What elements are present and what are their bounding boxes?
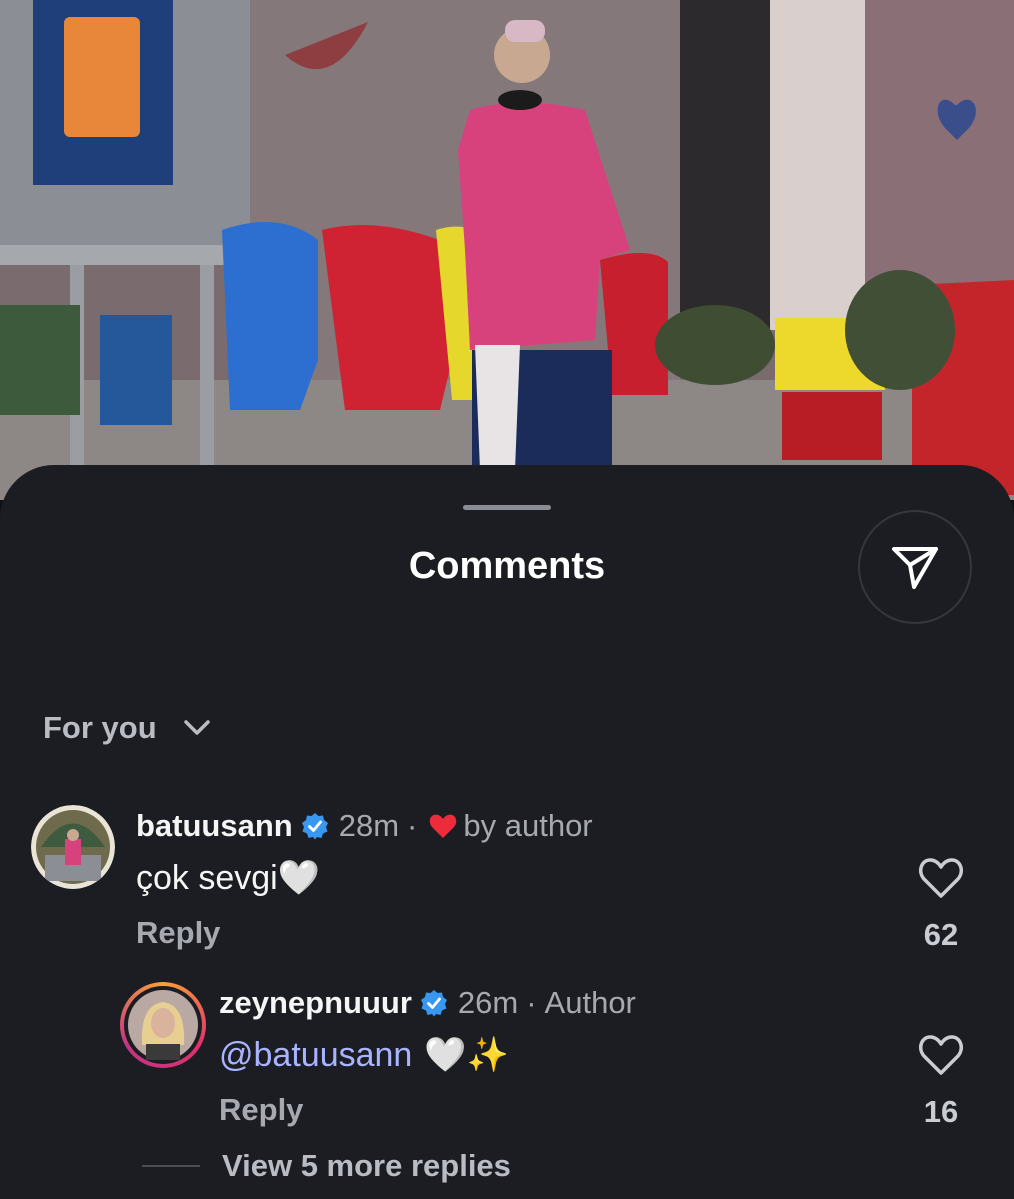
filter-label: For you [43, 710, 157, 745]
avatar-image [31, 805, 115, 889]
avatar[interactable] [31, 805, 115, 889]
comment-text: çok sevgi🤍 [136, 859, 321, 897]
author-label: Author [544, 985, 636, 1020]
red-heart-icon [429, 813, 457, 839]
view-more-replies-label: View 5 more replies [222, 1148, 511, 1183]
comments-sheet: Comments For you batuusann 28m · by auth… [0, 465, 1014, 1199]
verified-badge-icon [420, 989, 448, 1017]
mention-link[interactable]: @batuusann [219, 1036, 412, 1075]
meta-separator: · [407, 808, 418, 843]
reply-emoji: 🤍✨ [424, 1036, 509, 1074]
reply-button[interactable]: Reply [136, 915, 220, 951]
reply-time: 26m [457, 985, 519, 1020]
like-button[interactable] [918, 857, 964, 904]
like-button[interactable] [918, 1034, 964, 1081]
photo-illustration [0, 0, 1014, 500]
heart-outline-icon [919, 858, 963, 898]
reply-username[interactable]: zeynepnuuur [219, 985, 412, 1021]
comment-username[interactable]: batuusann [136, 808, 293, 844]
chevron-down-icon [183, 720, 210, 735]
like-count: 16 [923, 1094, 959, 1129]
comment-header: batuusann 28m · by author [136, 808, 593, 844]
share-button[interactable] [858, 510, 972, 624]
reply-header: zeynepnuuur 26m · Author [219, 985, 636, 1021]
story-ring-avatar[interactable] [120, 982, 206, 1068]
drag-handle[interactable] [463, 505, 551, 510]
divider-line [142, 1165, 200, 1167]
heart-outline-icon [919, 1035, 963, 1075]
comment-filter-dropdown[interactable]: For you [43, 710, 211, 746]
meta-separator: · [526, 985, 537, 1020]
like-count: 62 [923, 917, 959, 952]
avatar-image [128, 990, 198, 1060]
verified-badge-icon [301, 812, 329, 840]
post-photo-background [0, 0, 1014, 500]
view-more-replies-button[interactable]: View 5 more replies [142, 1148, 511, 1184]
comment-time: 28m [338, 808, 400, 843]
paper-plane-icon [892, 547, 938, 589]
liked-by-author-label: by author [463, 808, 593, 843]
reply-text: @batuusann 🤍✨ [219, 1035, 509, 1075]
reply-button[interactable]: Reply [219, 1092, 303, 1128]
